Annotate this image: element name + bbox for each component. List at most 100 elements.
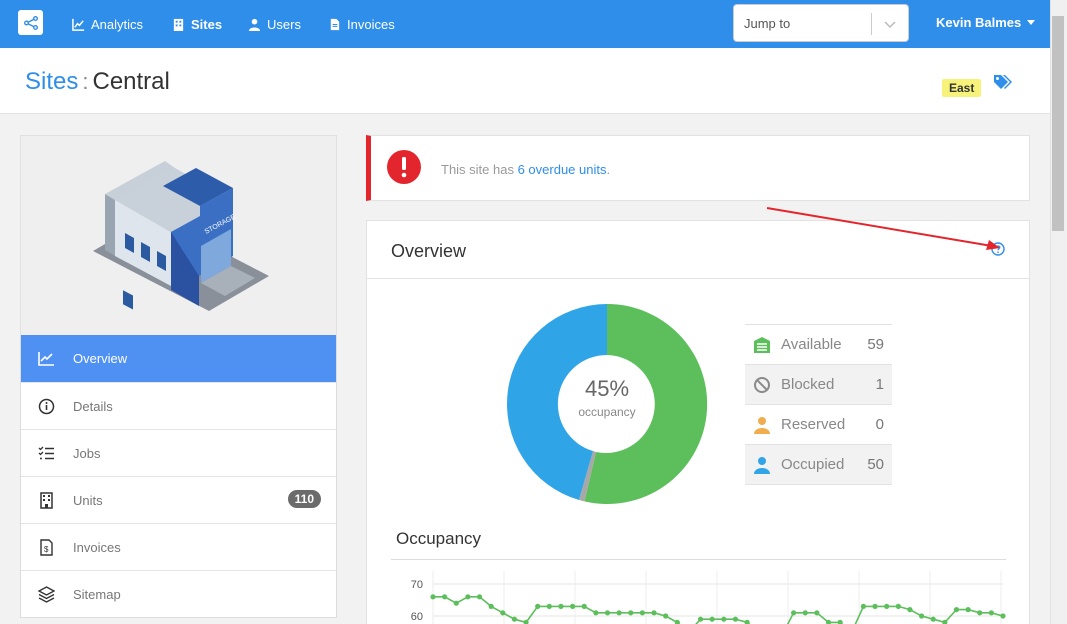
- person-icon: [754, 457, 770, 474]
- side-item-label: Overview: [73, 351, 128, 366]
- overdue-alert: This site has 6 overdue units.: [366, 135, 1030, 201]
- side-item-jobs[interactable]: Jobs: [21, 429, 336, 476]
- nav-users[interactable]: Users: [248, 15, 301, 33]
- nav-analytics[interactable]: Analytics: [72, 15, 143, 33]
- overdue-units-link[interactable]: 6 overdue units: [518, 162, 607, 177]
- person-icon: [754, 417, 770, 434]
- occupancy-point: [907, 607, 913, 613]
- user-icon: [248, 18, 261, 31]
- user-name: Kevin Balmes: [936, 15, 1022, 30]
- legend-row-reserved: Reserved 0: [745, 405, 892, 445]
- unit-status-legend: Available 59 Blocked 1 Reserved 0 Occupi…: [745, 324, 892, 485]
- nav-invoices[interactable]: Invoices: [328, 15, 395, 33]
- region-tag-badge: East: [942, 79, 982, 97]
- scrollbar-thumb[interactable]: [1052, 16, 1064, 231]
- info-icon: [38, 398, 55, 415]
- app-logo-icon[interactable]: [18, 10, 43, 35]
- occupancy-point: [488, 603, 494, 609]
- caret-down-icon: [1027, 20, 1036, 25]
- document-icon: [330, 18, 340, 30]
- occupancy-point: [953, 607, 960, 613]
- occupancy-point: [639, 610, 645, 616]
- occupancy-point: [884, 603, 890, 609]
- occupancy-point: [500, 610, 506, 616]
- side-item-label: Jobs: [73, 445, 101, 461]
- occupancy-line-chart: 70 60: [411, 571, 1006, 624]
- nav-invoices-label: Invoices: [347, 16, 395, 32]
- occupancy-label: occupancy: [578, 405, 636, 419]
- checklist-icon: [38, 446, 54, 460]
- occupancy-point: [616, 610, 622, 616]
- svg-text:$: $: [44, 545, 49, 554]
- invoice-icon: $: [40, 539, 53, 556]
- legend-row-occupied: Occupied 50: [745, 445, 892, 485]
- user-menu[interactable]: Kevin Balmes: [936, 15, 1036, 30]
- occupancy-point: [930, 616, 936, 622]
- occupancy-point: [465, 594, 471, 600]
- tags-icon[interactable]: [993, 74, 1014, 91]
- occupancy-point: [721, 616, 727, 622]
- occupancy-divider: [391, 559, 1006, 560]
- legend-value: 0: [875, 416, 884, 433]
- overview-card: Overview 45% occupancy Available 59 Bloc…: [366, 220, 1030, 624]
- occupancy-donut-chart: [507, 303, 708, 504]
- alert-message: This site has 6 overdue units.: [441, 162, 610, 177]
- occupancy-point: [442, 594, 448, 600]
- occupancy-point: [558, 603, 564, 609]
- occupancy-point: [628, 610, 634, 616]
- occupancy-point: [674, 619, 680, 624]
- top-navbar: Analytics Sites Users Invoices Jump to K…: [0, 0, 1050, 48]
- occupancy-point: [709, 616, 715, 622]
- legend-label: Blocked: [781, 376, 835, 393]
- line-chart-icon: [72, 18, 85, 31]
- card-divider: [367, 278, 1029, 279]
- nav-sites[interactable]: Sites: [172, 15, 222, 33]
- occupancy-point: [604, 610, 611, 616]
- jump-to-select[interactable]: Jump to: [733, 4, 909, 42]
- legend-value: 59: [867, 336, 884, 353]
- line-chart-icon: [38, 352, 54, 366]
- y-tick-label: 60: [411, 611, 423, 623]
- occupancy-point: [535, 603, 541, 609]
- occupancy-point: [965, 607, 971, 613]
- side-item-sitemap[interactable]: Sitemap: [21, 570, 336, 617]
- side-item-label: Units: [73, 492, 103, 508]
- nav-analytics-label: Analytics: [91, 16, 144, 32]
- occupancy-point: [802, 610, 808, 616]
- side-item-label: Invoices: [73, 539, 121, 555]
- garage-icon: [754, 337, 770, 353]
- breadcrumb-sites-link[interactable]: Sites: [25, 68, 78, 95]
- overview-title: Overview: [391, 241, 467, 261]
- nav-sites-label: Sites: [191, 16, 223, 32]
- occupancy-point: [860, 603, 867, 609]
- site-image: STORAGE: [20, 135, 337, 335]
- occupancy-point: [791, 610, 797, 616]
- building-icon: [173, 18, 184, 31]
- occupancy-point: [1000, 613, 1006, 619]
- legend-row-available: Available 59: [745, 325, 892, 365]
- occupancy-point: [837, 619, 843, 624]
- occupancy-series-line: [433, 595, 1004, 624]
- side-item-details[interactable]: Details: [21, 382, 336, 429]
- occupancy-point: [581, 603, 587, 609]
- occupancy-point: [744, 619, 750, 624]
- occupancy-point: [476, 594, 483, 600]
- side-item-overview[interactable]: Overview: [21, 335, 336, 382]
- occupancy-point: [918, 613, 925, 619]
- alert-suffix: .: [606, 162, 611, 177]
- legend-label: Reserved: [781, 416, 846, 433]
- occupancy-point: [546, 603, 552, 609]
- page-title: Central: [92, 68, 170, 95]
- occupancy-point: [988, 610, 994, 616]
- legend-value: 1: [875, 376, 884, 393]
- breadcrumb: Sites: Central: [25, 68, 170, 96]
- page-header: Sites: Central East: [0, 48, 1050, 114]
- occupancy-point: [814, 610, 820, 616]
- building-icon: [40, 492, 53, 509]
- chevron-down-icon[interactable]: [883, 17, 897, 31]
- side-item-invoices[interactable]: $ Invoices: [21, 523, 336, 570]
- occupancy-point: [511, 616, 518, 622]
- occupancy-point: [651, 610, 657, 616]
- side-item-units[interactable]: Units 110: [21, 476, 336, 523]
- legend-label: Occupied: [781, 456, 845, 473]
